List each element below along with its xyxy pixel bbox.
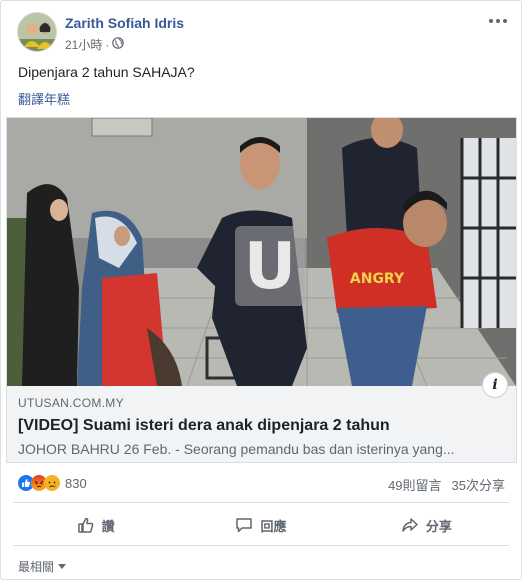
author-name[interactable]: Zarith Sofiah Idris [65,15,184,31]
svg-text:ANGRY: ANGRY [350,271,405,287]
post-text: Dipenjara 2 tahun SAHAJA? [18,64,195,80]
watermark-logo: U [244,230,296,304]
share-arrow-icon [402,518,418,532]
share-label: 分享 [425,518,452,534]
link-description: JOHOR BAHRU 26 Feb. - Seorang pemandu ba… [18,441,455,457]
comment-sort-dropdown[interactable]: 最相關 [18,558,67,575]
comment-button[interactable]: 回應 [178,508,343,542]
post-meta: 21小時 · [65,36,125,53]
meta-separator: · [105,37,110,52]
share-button[interactable]: 分享 [344,508,509,542]
link-card-body: UTUSAN.COM.MY [VIDEO] Suami isteri dera … [7,386,516,462]
reactions-summary[interactable]: 830 [18,475,87,491]
sort-label: 最相關 [18,560,55,574]
stats-right: 49則留言 35次分享 [388,475,505,494]
engagement-stats: 830 49則留言 35次分享 [18,475,505,495]
link-domain: UTUSAN.COM.MY [18,396,124,410]
like-button[interactable]: 讚 [13,508,178,542]
caret-down-icon [58,563,67,569]
share-count[interactable]: 35次分享 [452,475,505,494]
link-preview-card[interactable]: U ANGRY i UTUSAN.COM.MY [VIDEO] Suami is… [6,117,517,463]
comment-label: 回應 [260,518,287,534]
post-header: Zarith Sofiah Idris 21小時 · [17,12,509,54]
post-card: Zarith Sofiah Idris 21小時 · Dipenjara 2 t… [0,0,522,580]
like-label: 讚 [101,518,115,534]
article-photo: U ANGRY [7,118,516,386]
more-options-icon[interactable] [487,14,509,28]
link-title[interactable]: [VIDEO] Suami isteri dera anak dipenjara… [18,417,505,435]
sad-icon [44,475,60,491]
divider [13,502,509,503]
post-timestamp[interactable]: 21小時 [65,36,102,53]
thumbs-up-icon [77,517,94,533]
action-bar: 讚 回應 分享 [13,508,509,542]
author-avatar[interactable] [17,12,57,52]
comment-icon [236,518,253,533]
reaction-count: 830 [65,475,87,491]
public-globe-icon[interactable] [112,37,125,52]
translate-link[interactable]: 翻譯年糕 [18,89,70,108]
comment-count[interactable]: 49則留言 [388,475,441,494]
divider [13,545,509,546]
